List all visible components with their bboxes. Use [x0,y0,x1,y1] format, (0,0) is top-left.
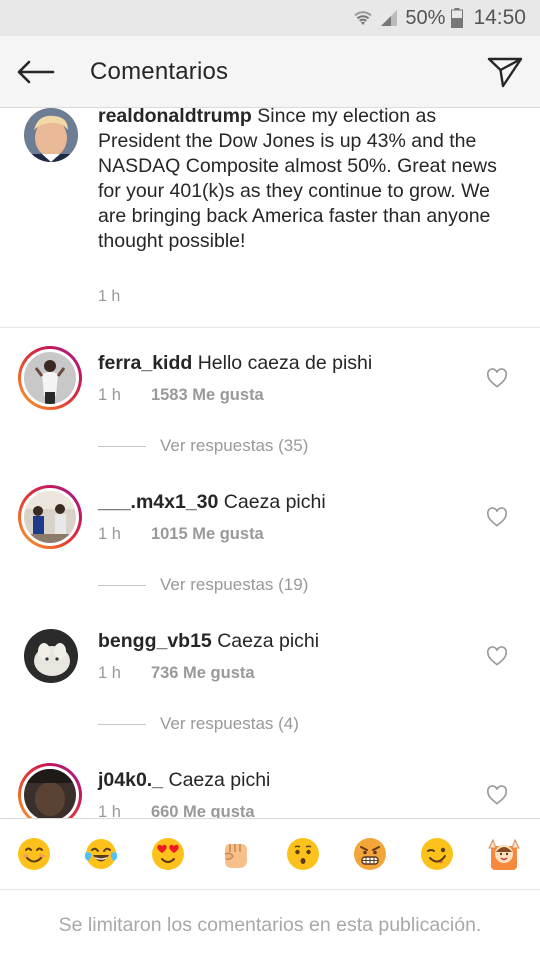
replies-divider [98,723,146,725]
post-caption: realdonaldtrump Since my election as Pre… [0,108,540,328]
comment-body: Hello caeza de pishi [197,352,373,374]
back-button[interactable] [0,36,72,108]
replies-divider [98,584,146,586]
caption-body: Since my election as President the Dow J… [98,108,497,252]
signal-icon [381,10,398,26]
comment-likes[interactable]: 1583 Me gusta [151,386,264,405]
caption-username[interactable]: realdonaldtrump [98,108,252,127]
comment-username[interactable]: j04k0._ [98,769,163,791]
comments-limited-notice: Se limitaron los comentarios en esta pub… [58,913,482,936]
avatar[interactable] [18,346,82,410]
comment-username[interactable]: bengg_vb15 [98,630,212,652]
caption-text: realdonaldtrump Since my election as Pre… [98,108,498,254]
comment-item: bengg_vb15 Caeza pichi 1 h 736 Me gusta … [0,624,540,762]
comment-item: j04k0._ Caeza pichi 1 h 660 Me gusta [0,763,540,818]
comment-text: j04k0._ Caeza pichi [98,769,270,792]
flushed-face-icon[interactable] [285,836,321,872]
heart-eyes-icon[interactable] [150,836,186,872]
winking-face-icon[interactable] [419,836,455,872]
avatar[interactable] [18,485,82,549]
view-replies-label: Ver respuestas (19) [160,575,309,594]
like-heart-icon[interactable] [486,646,508,666]
page-title: Comentarios [90,57,229,85]
battery-icon [451,8,464,28]
comment-item: ferra_kidd Hello caeza de pishi 1 h 1583… [0,346,540,484]
comment-meta: 1 h 1583 Me gusta [98,386,264,405]
comments-list[interactable]: realdonaldtrump Since my election as Pre… [0,108,540,818]
comment-likes[interactable]: 660 Me gusta [151,803,255,818]
back-arrow-icon [17,60,55,83]
comment-text: bengg_vb15 Caeza pichi [98,630,319,653]
comment-item: ___.m4x1_30 Caeza pichi 1 h 1015 Me gust… [0,485,540,623]
comment-body: Caeza pichi [223,491,326,513]
send-icon [487,57,523,87]
raised-fist-icon[interactable] [217,836,253,872]
raising-hands-face-icon[interactable] [486,836,522,872]
comment-text: ___.m4x1_30 Caeza pichi [98,491,326,514]
comment-text: ferra_kidd Hello caeza de pishi [98,352,372,375]
comment-username[interactable]: ___.m4x1_30 [98,491,218,513]
clock: 14:50 [473,6,526,29]
comment-likes[interactable]: 736 Me gusta [151,664,255,683]
comment-meta: 1 h 1015 Me gusta [98,525,264,544]
avatar[interactable] [24,629,78,683]
comment-timestamp: 1 h [98,525,121,543]
comment-body: Caeza pichi [168,769,271,791]
top-app-bar: Comentarios [0,36,540,108]
comment-meta: 1 h 736 Me gusta [98,664,255,683]
avatar[interactable] [18,763,82,818]
like-heart-icon[interactable] [486,785,508,805]
comment-timestamp: 1 h [98,803,121,818]
battery-percent: 50% [405,6,446,29]
view-replies-button[interactable]: Ver respuestas (4) [98,714,299,734]
comment-body: Caeza pichi [217,630,320,652]
view-replies-button[interactable]: Ver respuestas (19) [98,575,308,595]
comment-timestamp: 1 h [98,664,121,682]
smiling-face-icon[interactable] [16,836,52,872]
replies-divider [98,445,146,447]
grimacing-angry-icon[interactable] [352,836,388,872]
comment-likes[interactable]: 1015 Me gusta [151,525,264,544]
wifi-icon [354,11,373,25]
comment-meta: 1 h 660 Me gusta [98,803,255,818]
avatar[interactable] [24,108,78,162]
share-button[interactable] [470,36,540,108]
like-heart-icon[interactable] [486,507,508,527]
status-bar: 50% 14:50 [0,0,540,36]
comment-username[interactable]: ferra_kidd [98,352,192,374]
caption-timestamp: 1 h [98,288,121,305]
view-replies-label: Ver respuestas (4) [160,714,299,733]
emoji-quick-bar [0,818,540,890]
like-heart-icon[interactable] [486,368,508,388]
view-replies-label: Ver respuestas (35) [160,436,309,455]
comment-timestamp: 1 h [98,386,121,404]
view-replies-button[interactable]: Ver respuestas (35) [98,436,308,456]
tears-of-joy-icon[interactable] [83,836,119,872]
